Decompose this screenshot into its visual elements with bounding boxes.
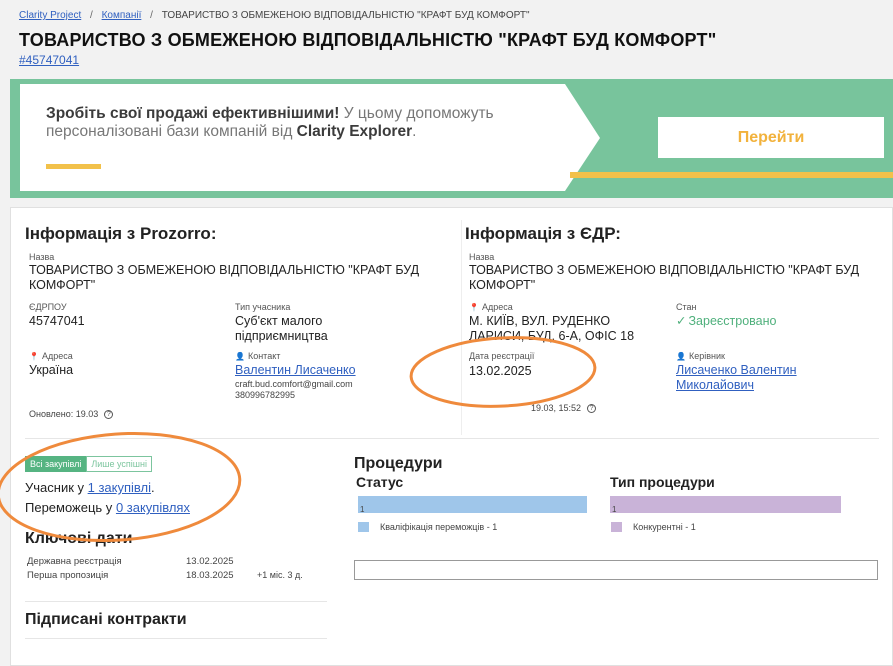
state-value-text: Зареєстровано [688,314,777,328]
key-date-delta: +1 міс. 3 д. [257,570,303,580]
contact-label-text: Контакт [247,351,281,361]
status-bar-value: 1 [360,505,365,514]
edr-name-value: ТОВАРИСТВО З ОБМЕЖЕНОЮ ВІДПОВІДАЛЬНІСТЮ … [469,263,860,292]
prozorro-name-value: ТОВАРИСТВО З ОБМЕЖЕНОЮ ВІДПОВІДАЛЬНІСТЮ … [29,263,420,292]
edr-title: Інформація з ЄДР: [465,224,621,243]
prozorro-title: Інформація з Prozorro: [25,224,217,243]
type-legend-swatch [611,522,622,532]
edrpou-value: 45747041 [29,314,85,328]
participant-type-value: Суб'єкт малого підприємництва [235,314,328,343]
prozorro-address-label: 📍 Адреса [29,351,73,361]
section-divider [25,438,879,439]
promo-banner: Зробіть свої продажі ефективнішими! У ць… [10,79,893,198]
key-date-label: Державна реєстрація [27,556,122,567]
contact-label: 👤 Контакт [235,351,280,361]
breadcrumb: Clarity Project / Компанії / ТОВАРИСТВО … [19,10,530,21]
page: Clarity Project / Компанії / ТОВАРИСТВО … [0,0,893,666]
help-icon[interactable]: ? [104,410,114,420]
procedures-title: Процедури [354,455,443,472]
state-value: ✓ Зареєстровано [676,314,776,329]
participant-type-label: Тип учасника [235,302,291,312]
status-legend-label: Кваліфікація переможців - 1 [380,522,498,532]
edr-updated: 19.03, 15:52? [531,402,597,414]
participant-end: . [151,480,155,495]
company-id-link[interactable]: #45747041 [19,53,79,67]
procedure-type-title: Тип процедури [610,474,715,490]
page-title: ТОВАРИСТВО З ОБМЕЖЕНОЮ ВІДПОВІДАЛЬНІСТЮ … [19,30,717,50]
type-bar-value: 1 [612,505,617,514]
prozorro-address-value: Україна [29,363,74,377]
winner-text: Переможець у [25,500,116,515]
reg-date-label: Дата реєстрації [469,351,535,361]
key-dates-divider [25,601,327,602]
location-pin-icon: 📍 [469,303,479,312]
contact-name-link[interactable]: Валентин Лисаченко [235,363,356,378]
banner-brand: Clarity Explorer [296,123,413,140]
edr-name-label: Назва [469,252,495,262]
go-button[interactable]: Перейти [658,117,884,158]
tab-successful-only[interactable]: Лише успішні [86,456,152,472]
prozorro-name-label: Назва [29,252,55,262]
tab-all-purchases[interactable]: Всі закупівлі [25,456,87,472]
type-bar[interactable] [610,496,841,513]
column-divider [461,220,462,435]
key-date-label: Перша пропозиція [27,570,109,581]
breadcrumb-current: ТОВАРИСТВО З ОБМЕЖЕНОЮ ВІДПОВІДАЛЬНІСТЮ … [161,10,530,21]
person-icon: 👤 [676,352,686,361]
edr-address-label: 📍 Адреса [469,302,513,312]
edr-address-value: М. КИЇВ, ВУЛ. РУДЕНКО ЛАРИСИ, БУД. 6-А, … [469,314,635,343]
contracts-title: Підписані контракти [25,611,187,628]
status-title: Статус [356,474,404,490]
check-icon: ✓ [676,314,687,328]
status-bar[interactable] [358,496,587,513]
banner-underline [46,164,101,169]
banner-headline: Зробіть свої продажі ефективнішими! [46,105,340,122]
winner-row: Переможець у 0 закупівлях [25,500,190,515]
prozorro-address-label-text: Адреса [41,351,73,361]
edrpou-label: ЄДРПОУ [29,302,67,312]
person-icon: 👤 [235,352,245,361]
winner-link[interactable]: 0 закупівлях [116,500,190,515]
state-label: Стан [676,302,697,312]
head-name-link[interactable]: Лисаченко Валентин Миколайович [676,363,846,393]
type-legend-label: Конкурентні - 1 [633,522,696,532]
banner-text: Зробіть свої продажі ефективнішими! У ць… [46,105,506,141]
participant-link[interactable]: 1 закупівлі [88,480,151,495]
breadcrumb-home-link[interactable]: Clarity Project [19,10,81,21]
banner-stripe [570,172,893,178]
company-info-card: Інформація з Prozorro: Назва ТОВАРИСТВО … [10,207,893,666]
participant-text: Учасник у [25,480,88,495]
key-dates-title: Ключові дати [25,530,133,547]
breadcrumb-separator: / [90,10,93,21]
status-legend-swatch [358,522,369,532]
breadcrumb-separator: / [150,10,153,21]
help-icon[interactable]: ? [587,404,597,414]
head-label-text: Керівник [688,351,725,361]
head-label: 👤 Керівник [676,351,725,361]
breadcrumb-companies-link[interactable]: Компанії [102,10,142,21]
location-pin-icon: 📍 [29,352,39,361]
contact-phone: 380996782995 [235,390,296,400]
edr-address-label-text: Адреса [481,302,513,312]
key-date-value: 13.02.2025 [186,556,234,567]
procedures-empty-box [354,560,878,580]
participant-row: Учасник у 1 закупівлі. [25,480,155,495]
purchases-tabs: Всі закупівлі Лише успішні [25,456,152,472]
reg-date-value: 13.02.2025 [469,364,532,378]
contracts-divider [25,638,327,639]
banner-end: . [412,123,417,140]
prozorro-updated-text: Оновлено: 19.03 [29,409,99,419]
key-date-value: 18.03.2025 [186,570,234,581]
edr-updated-text: 19.03, 15:52 [531,403,582,413]
prozorro-updated: Оновлено: 19.03? [29,408,114,420]
